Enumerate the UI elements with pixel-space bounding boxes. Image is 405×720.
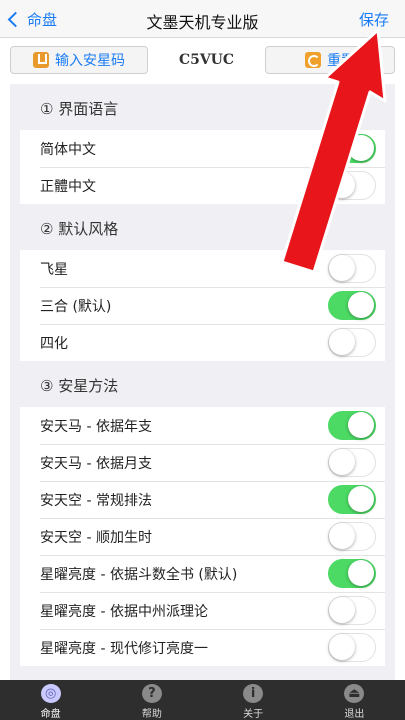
setting-label: 星曜亮度 - 依据斗数全书 (默认) [40,566,238,583]
tab-bar: ◎ 命盘 ? 帮助 i 关于 ⏏ 退出 [0,680,405,720]
reset-icon [305,52,321,68]
reset-label: 重置 [327,53,355,69]
exit-icon: ⏏ [344,684,365,703]
setting-row-sihua[interactable]: 四化 [20,324,385,361]
toggle-switch[interactable] [328,633,376,662]
setting-row[interactable]: 安天空 - 常规排法 [20,481,385,518]
setting-row[interactable]: 星曜亮度 - 依据斗数全书 (默认) [20,555,385,592]
tab-label: 关于 [243,709,264,720]
help-icon: ? [141,684,162,703]
setting-row[interactable]: 安天马 - 依据年支 [20,407,385,444]
tab-label: 帮助 [141,709,162,720]
info-icon: i [243,684,264,703]
page-title: 文墨天机专业版 [146,13,259,32]
toggle-switch[interactable] [328,522,376,551]
setting-label: 四化 [40,335,68,352]
setting-label: 简体中文 [40,141,96,158]
toggle-switch[interactable] [328,171,376,200]
tab-chart[interactable]: ◎ 命盘 [0,680,101,720]
setting-label: 安天空 - 顺加生时 [40,529,152,546]
chart-disc-icon: ◎ [40,684,61,703]
tab-about[interactable]: i 关于 [203,680,304,720]
toggle-switch[interactable] [328,559,376,588]
method-group: 安天马 - 依据年支 安天马 - 依据月支 安天空 - 常规排法 安天空 - 顺… [20,407,385,666]
setting-row-traditional[interactable]: 正體中文 [20,167,385,204]
tab-label: 退出 [344,709,365,720]
setting-label: 正體中文 [40,178,96,195]
star-code-value: C5VUC [178,52,235,68]
section-header-method: ③ 安星方法 [40,377,119,395]
section-header-style: ② 默认风格 [40,220,119,238]
toggle-switch[interactable] [328,485,376,514]
style-group: 飞星 三合 (默认) 四化 [20,250,385,361]
language-group: 简体中文 正體中文 [20,130,385,204]
section-header-language: ① 界面语言 [40,100,119,118]
toggle-switch[interactable] [328,134,376,163]
setting-label: 飞星 [40,261,68,278]
toggle-switch[interactable] [328,411,376,440]
setting-label: 星曜亮度 - 依据中州派理论 [40,603,208,620]
setting-row-simplified[interactable]: 简体中文 [20,130,385,167]
setting-row[interactable]: 星曜亮度 - 现代修订亮度一 [20,629,385,666]
setting-label: 三合 (默认) [40,298,112,315]
setting-row[interactable]: 安天马 - 依据月支 [20,444,385,481]
tab-help[interactable]: ? 帮助 [101,680,202,720]
code-toolbar: 输入安星码 C5VUC 重置 [0,38,405,84]
toggle-switch[interactable] [328,328,376,357]
toggle-switch[interactable] [328,291,376,320]
enter-code-button[interactable]: 输入安星码 [10,46,148,74]
reset-button[interactable]: 重置 [265,46,395,74]
download-icon [33,52,49,68]
toggle-switch[interactable] [328,448,376,477]
setting-row-sanhe[interactable]: 三合 (默认) [20,287,385,324]
tab-label: 命盘 [40,709,61,720]
setting-row-feixing[interactable]: 飞星 [20,250,385,287]
setting-label: 星曜亮度 - 现代修订亮度一 [40,640,208,657]
enter-code-label: 输入安星码 [55,53,125,69]
setting-row[interactable]: 安天空 - 顺加生时 [20,518,385,555]
setting-label: 安天马 - 依据月支 [40,455,152,472]
settings-scroll-area[interactable]: ① 界面语言 简体中文 正體中文 ② 默认风格 飞星 三合 (默认) 四化 ③ … [10,84,395,680]
setting-label: 安天空 - 常规排法 [40,492,152,509]
save-button[interactable]: 保存 [359,9,389,30]
tab-exit[interactable]: ⏏ 退出 [304,680,405,720]
toggle-switch[interactable] [328,254,376,283]
navigation-bar: 命盘 文墨天机专业版 保存 [0,0,405,38]
setting-row[interactable]: 星曜亮度 - 依据中州派理论 [20,592,385,629]
setting-label: 安天马 - 依据年支 [40,418,152,435]
toggle-switch[interactable] [328,596,376,625]
